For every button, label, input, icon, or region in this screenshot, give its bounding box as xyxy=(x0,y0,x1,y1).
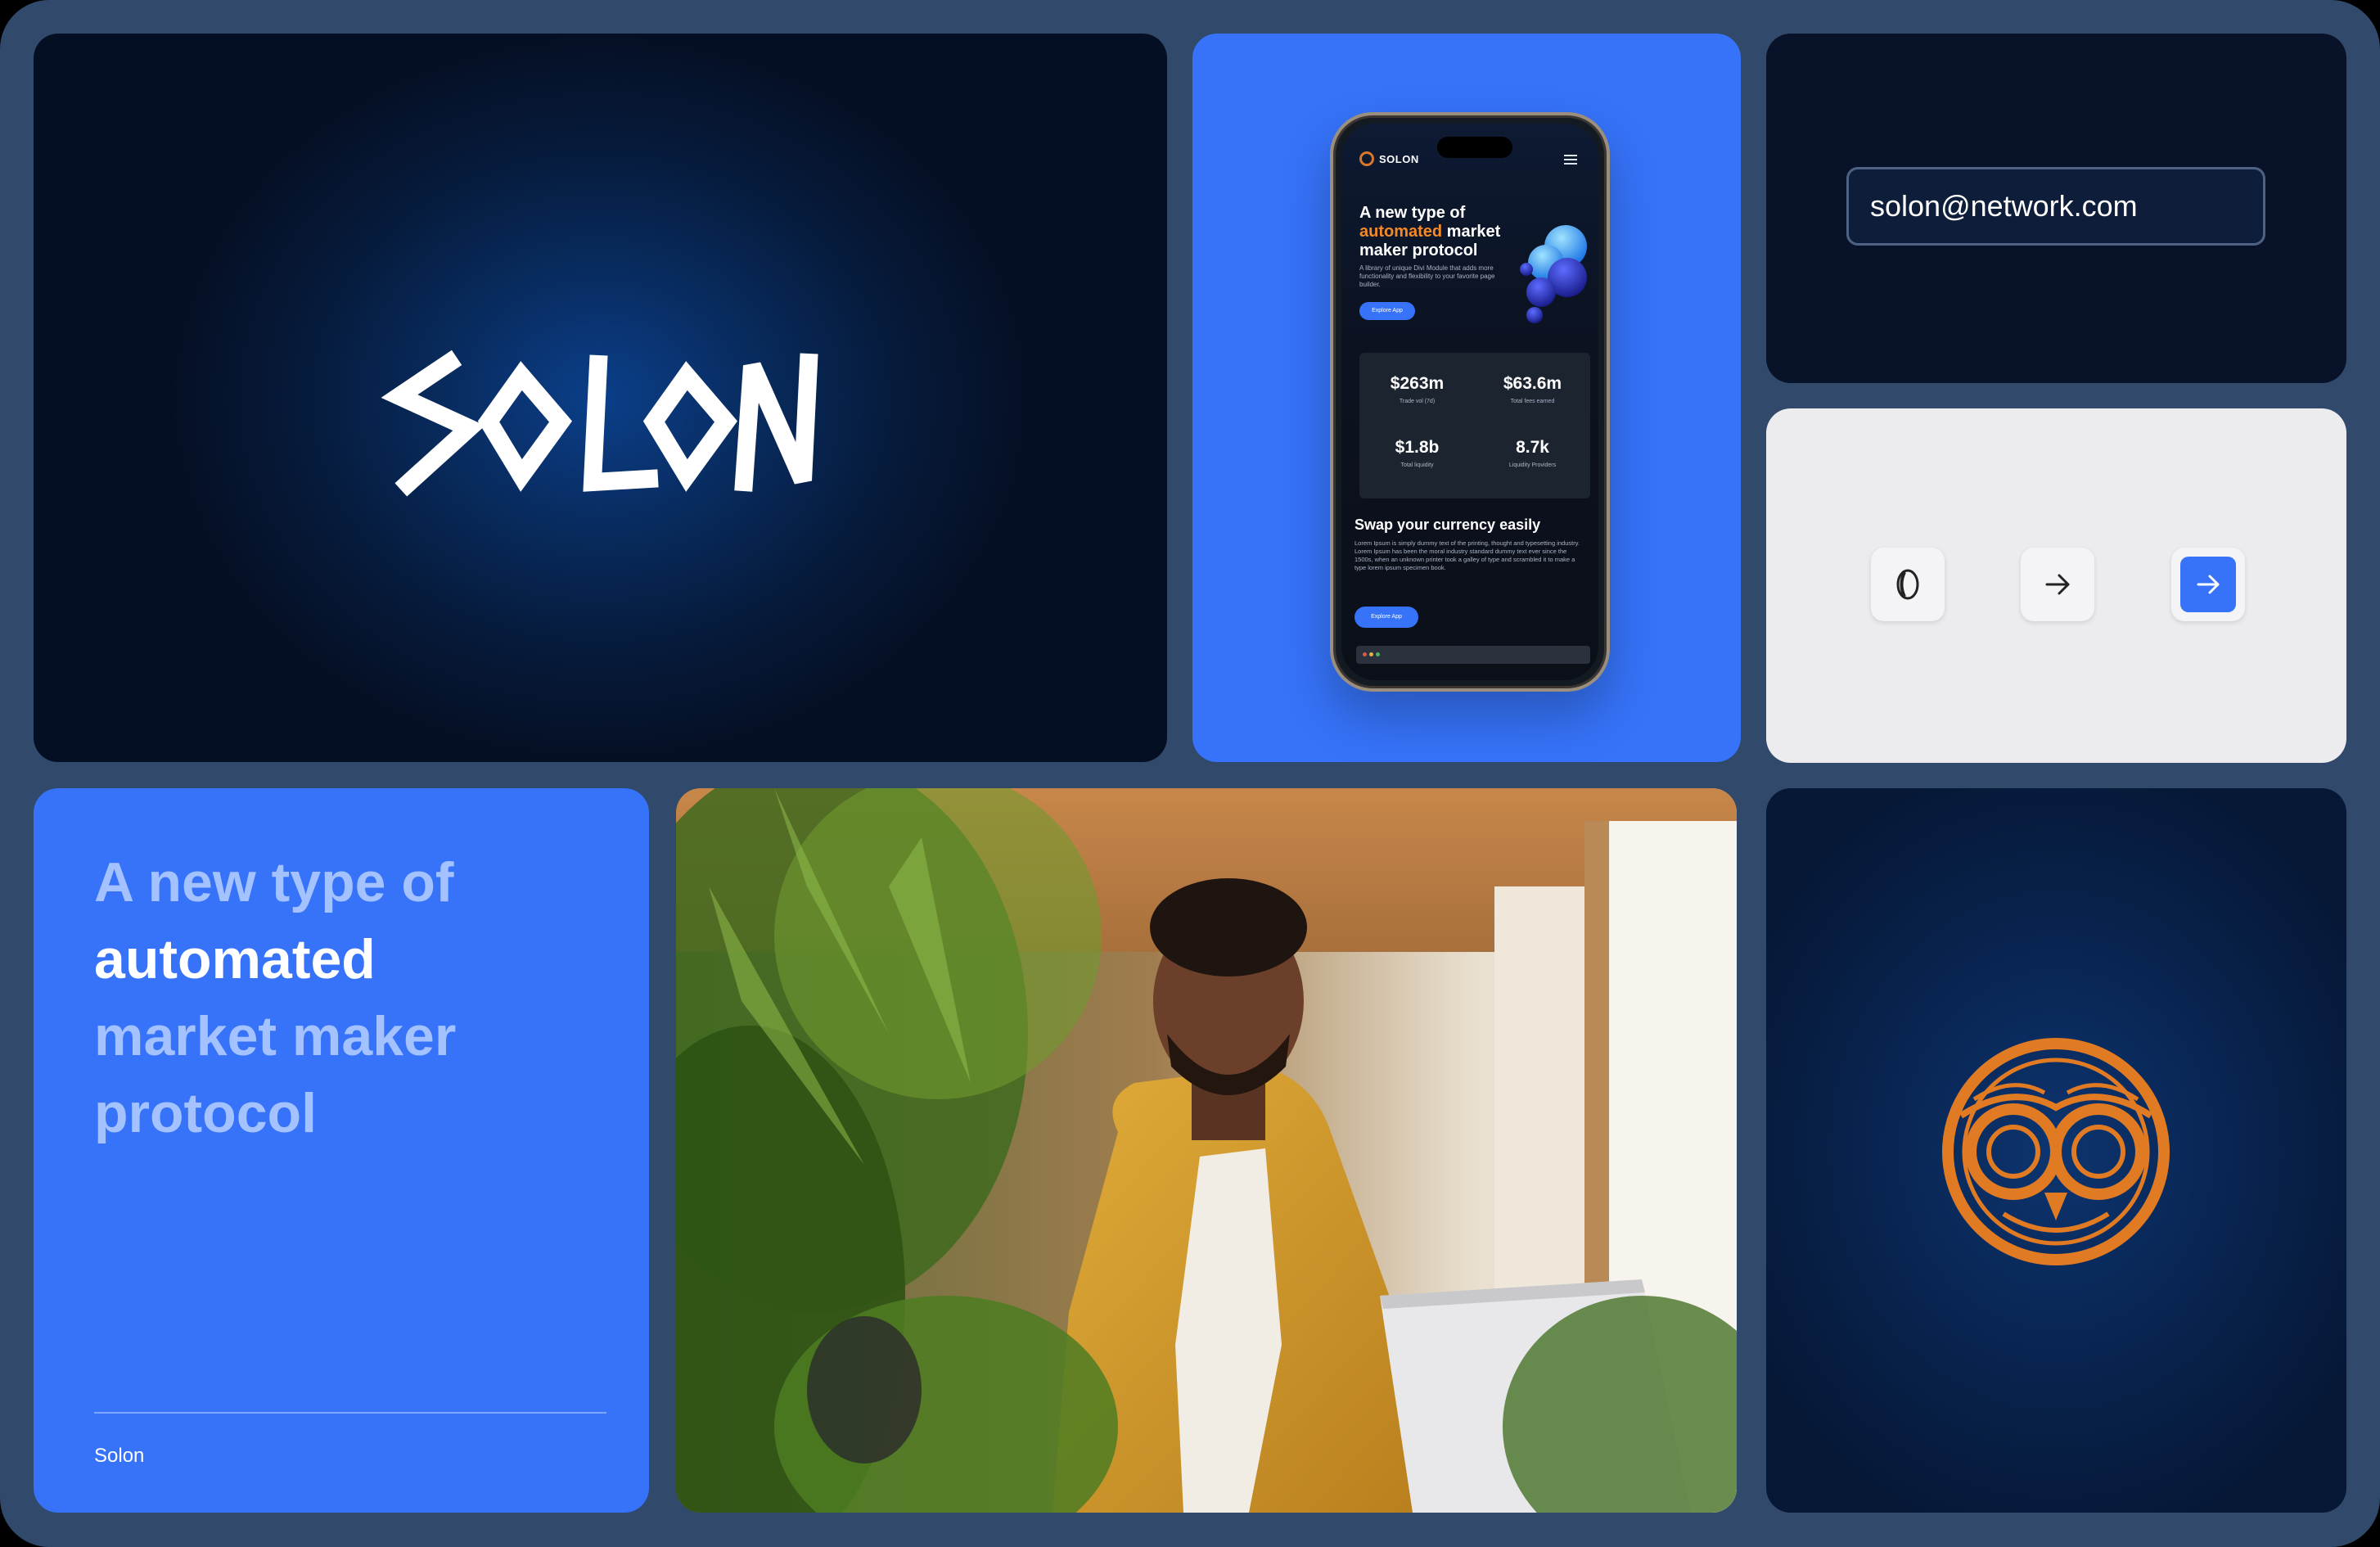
showcase-frame: SOLON A new type of automated market mak… xyxy=(0,0,2380,1547)
headline-text: A new type of automated market maker pro… xyxy=(94,844,618,1152)
window-dot-yellow xyxy=(1369,652,1373,656)
loader-button[interactable] xyxy=(1871,548,1945,621)
window-dot-red xyxy=(1363,652,1367,656)
stats-panel: $263m Trade vol (7d) $63.6m Total fees e… xyxy=(1359,353,1590,498)
phone-hero-description: A library of unique Divi Module that add… xyxy=(1359,264,1495,288)
phone-device: SOLON A new type of automated market mak… xyxy=(1330,112,1610,692)
hamburger-menu-icon[interactable] xyxy=(1564,155,1577,165)
stat-total-liquidity: $1.8b Total liquidity xyxy=(1395,438,1440,468)
lifestyle-photo xyxy=(676,788,1737,1513)
3d-blob-illustration xyxy=(1520,225,1587,323)
solon-wordmark-logo xyxy=(381,350,818,497)
next-button-active[interactable] xyxy=(2171,548,2245,621)
swap-explore-app-button[interactable]: Explore App xyxy=(1355,607,1418,628)
phone-screen: SOLON A new type of automated market mak… xyxy=(1341,124,1598,680)
phone-mockup-tile: SOLON A new type of automated market mak… xyxy=(1192,34,1741,762)
owl-logo-icon xyxy=(1359,151,1374,166)
stat-fees-earned: $63.6m Total fees earned xyxy=(1503,374,1562,404)
explore-app-button[interactable]: Explore App xyxy=(1359,302,1415,320)
dynamic-island xyxy=(1437,137,1512,158)
window-dot-green xyxy=(1376,652,1380,656)
swap-title: Swap your currency easily xyxy=(1355,516,1541,533)
headline-highlight: automated xyxy=(94,928,376,990)
arrow-right-icon xyxy=(2197,575,2220,594)
owl-emblem-icon xyxy=(1942,1038,2170,1265)
headline-tile: A new type of automated market maker pro… xyxy=(34,788,649,1513)
stat-trade-volume: $263m Trade vol (7d) xyxy=(1390,374,1445,404)
loader-icon xyxy=(1896,569,1919,600)
hero-accent-word: automated xyxy=(1359,223,1443,241)
phone-hero-title: A new type of automated market maker pro… xyxy=(1359,204,1501,259)
stat-liquidity-providers: 8.7k Liquidity Providers xyxy=(1508,438,1557,468)
divider xyxy=(94,1412,606,1414)
logo-tile xyxy=(34,34,1167,762)
email-field[interactable]: solon@network.com xyxy=(1846,167,2265,246)
phone-nav: SOLON xyxy=(1359,151,1419,166)
owl-emblem-tile xyxy=(1766,788,2346,1513)
arrow-right-icon xyxy=(2045,574,2070,595)
next-button[interactable] xyxy=(2021,548,2094,621)
swap-description: Lorem Ipsum is simply dummy text of the … xyxy=(1355,539,1580,571)
footer-brand: Solon xyxy=(94,1445,145,1467)
browser-bar xyxy=(1356,646,1590,664)
email-tile: solon@network.com xyxy=(1766,34,2346,383)
man-with-laptop-photo xyxy=(676,788,1737,1513)
icon-buttons-tile xyxy=(1766,408,2346,763)
phone-brand: SOLON xyxy=(1379,152,1419,165)
